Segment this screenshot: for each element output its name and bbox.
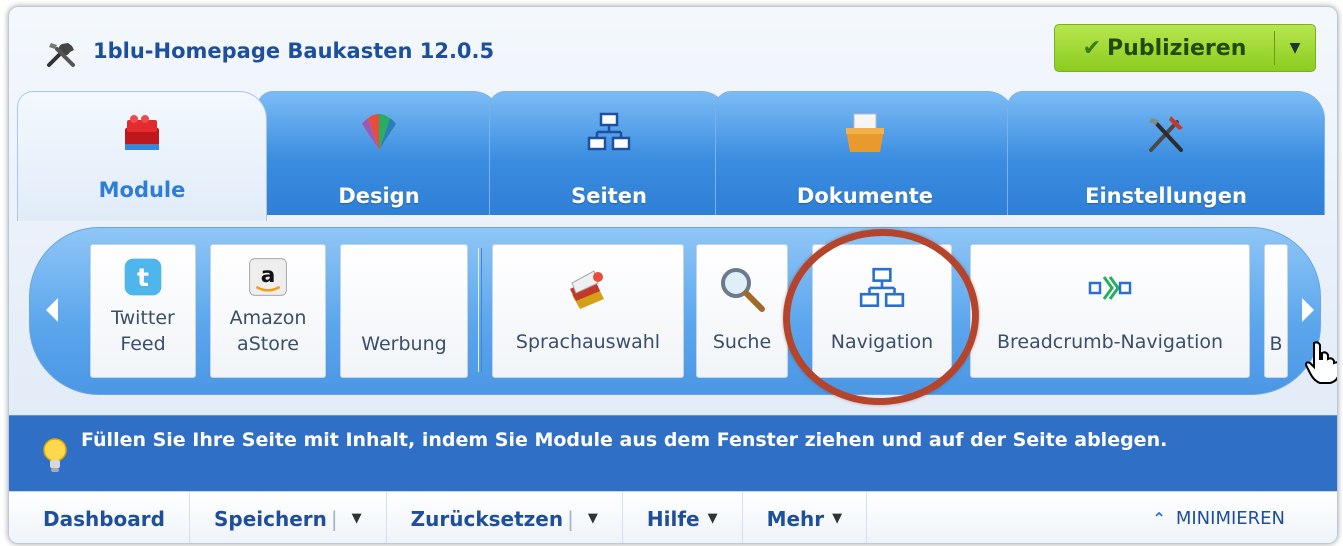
title-bar: 1blu-Homepage Baukasten 12.0.5 ✔ Publizi… [9,7,1337,87]
module-breadcrumb-navigation[interactable]: Breadcrumb-Navigation [970,244,1250,378]
chevron-down-icon: ▼ [1289,40,1301,56]
module-label: Breadcrumb-Navigation [996,331,1224,353]
module-label: Werbung [361,333,447,355]
menu-speichern-label: Speichern [213,506,327,531]
publish-button-group: ✔ Publizieren ▼ [1054,24,1316,72]
module-twitter-feed[interactable]: t Twitter Feed [90,244,196,378]
module-sprachauswahl[interactable]: Sprachauswahl [492,244,684,378]
menu-dashboard[interactable]: Dashboard [9,492,190,543]
tools-icon [47,43,75,67]
menu-divider: | [330,506,338,531]
breadcrumb-icon [1088,276,1132,300]
svg-text:t: t [137,263,149,292]
menu-zuruecksetzen-label: Zurücksetzen [410,506,564,531]
color-palette-icon [362,114,396,150]
tab-design-label: Design [338,184,420,208]
publish-button[interactable]: ✔ Publizieren [1055,25,1274,71]
hint-bar: Füllen Sie Ihre Seite mit Inhalt, indem … [9,415,1337,491]
app-title: 1blu-Homepage Baukasten 12.0.5 [93,39,495,63]
tab-dokumente-label: Dokumente [796,184,934,208]
chevron-down-icon: ▼ [832,511,843,526]
builder-window: 1blu-Homepage Baukasten 12.0.5 ✔ Publizi… [8,6,1338,544]
module-navigation[interactable]: Navigation [812,244,952,378]
lego-bricks-icon [125,115,159,150]
menu-mehr-label: Mehr [766,506,825,531]
module-label: B [1269,333,1283,355]
tab-module-label: Module [98,178,186,202]
arrow-right-icon [1302,298,1314,322]
module-label: Sprachauswahl [515,331,661,353]
bottom-menu: Dashboard Speichern | ▼ Zurücksetzen | ▼… [9,491,1337,543]
amazon-icon: a [249,258,287,296]
module-label: Twitter Feed [111,307,175,355]
module-suche[interactable]: Suche [696,244,788,378]
tab-design[interactable]: Design [257,91,501,215]
tab-einstellungen[interactable]: Einstellungen [1007,91,1325,215]
magnifier-icon [721,268,765,312]
lightbulb-icon [43,438,67,472]
module-carousel: t Twitter Feed a Amazon aStore Werbung S [29,227,1321,395]
chevron-down-icon[interactable]: ▼ [588,511,598,526]
tools-icon [1149,116,1183,152]
menu-mehr[interactable]: Mehr ▼ [743,492,868,543]
module-amazon-astore[interactable]: a Amazon aStore [210,244,326,378]
module-partial[interactable]: B [1264,244,1288,378]
language-flags-icon [570,270,604,309]
arrow-left-icon [46,298,58,322]
menu-dashboard-label: Dashboard [43,506,165,531]
tab-module[interactable]: Module [17,91,267,221]
sitemap-icon [587,112,631,151]
module-werbung[interactable]: Werbung [340,244,468,378]
menu-hilfe[interactable]: Hilfe ▼ [623,492,743,543]
menu-hilfe-label: Hilfe [646,506,700,531]
checkmark-icon: ✔ [1082,35,1102,61]
menu-speichern[interactable]: Speichern | ▼ [190,492,387,543]
scroll-left-arrow[interactable] [44,288,60,332]
minimize-button[interactable]: ⌃ MINIMIEREN [1152,492,1285,543]
svg-text:a: a [261,263,276,288]
minimize-label: MINIMIEREN [1175,508,1285,529]
sitemap-icon [859,267,905,307]
chevron-down-icon[interactable]: ▼ [352,511,362,526]
tab-seiten[interactable]: Seiten [489,91,729,215]
menu-divider: | [567,506,574,531]
publish-dropdown-button[interactable]: ▼ [1275,25,1315,71]
module-label: Navigation [830,331,934,353]
scroll-right-arrow[interactable] [1300,288,1316,332]
module-label: Suche [712,331,772,353]
tab-seiten-label: Seiten [571,184,647,208]
module-separator [478,248,482,372]
file-box-icon [846,113,884,152]
twitter-icon: t [124,258,162,296]
hint-text: Füllen Sie Ihre Seite mit Inhalt, indem … [81,429,1168,451]
tab-dokumente[interactable]: Dokumente [715,91,1015,215]
module-label: Amazon aStore [229,307,307,355]
publish-label: Publizieren [1107,35,1247,61]
main-tabs: Module Design Seiten Dokumente Einstellu… [9,87,1337,221]
chevron-down-icon: ▼ [707,511,718,526]
hand-cursor-icon [1304,341,1337,384]
double-chevron-up-icon: ⌃ [1152,509,1166,528]
menu-zuruecksetzen[interactable]: Zurücksetzen | ▼ [387,492,623,543]
tab-einstellungen-label: Einstellungen [1085,184,1247,208]
